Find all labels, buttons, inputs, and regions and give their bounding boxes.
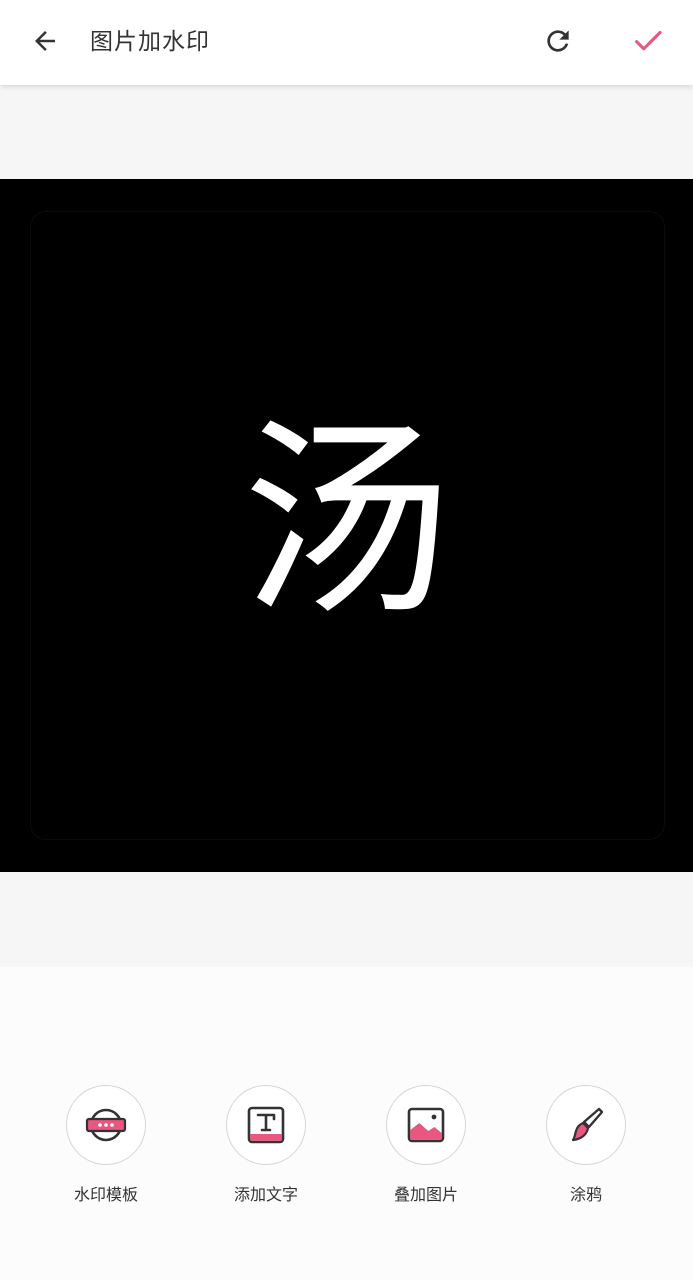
overlay-image-icon xyxy=(407,1107,445,1143)
watermark-editor-screen: 图片加水印 汤 水印模板 添加文字 叠加图片 涂鸦 xyxy=(0,0,693,1280)
tool-icon-circle xyxy=(546,1085,626,1165)
tool-label: 涂鸦 xyxy=(569,1185,602,1204)
tool-overlay-image[interactable]: 叠加图片 xyxy=(356,1085,496,1215)
tool-label: 叠加图片 xyxy=(393,1185,458,1204)
tool-label: 添加文字 xyxy=(233,1185,298,1204)
watermark-template-icon xyxy=(85,1108,127,1142)
editing-canvas: 汤 xyxy=(0,85,693,967)
check-icon xyxy=(635,30,662,51)
tool-icon-circle xyxy=(226,1085,306,1165)
tool-icon-circle xyxy=(66,1085,146,1165)
tool-label: 水印模板 xyxy=(73,1185,138,1204)
tool-icon-circle xyxy=(386,1085,466,1165)
top-app-bar: 图片加水印 xyxy=(0,0,693,85)
photo-character: 汤 xyxy=(241,398,452,644)
tool-watermark-template[interactable]: 水印模板 xyxy=(36,1085,176,1215)
back-button[interactable] xyxy=(22,20,68,62)
brush-icon xyxy=(571,1107,604,1142)
tool-add-text[interactable]: 添加文字 xyxy=(196,1085,336,1215)
arrow-left-icon xyxy=(35,31,55,51)
refresh-icon xyxy=(547,30,569,52)
page-title: 图片加水印 xyxy=(90,29,210,55)
photo-preview[interactable]: 汤 xyxy=(0,179,693,872)
add-text-icon xyxy=(247,1106,285,1144)
tool-doodle[interactable]: 涂鸦 xyxy=(516,1085,656,1215)
refresh-button[interactable] xyxy=(536,20,580,62)
confirm-button[interactable] xyxy=(626,20,670,62)
bottom-toolbar: 水印模板 添加文字 叠加图片 涂鸦 xyxy=(0,967,693,1280)
